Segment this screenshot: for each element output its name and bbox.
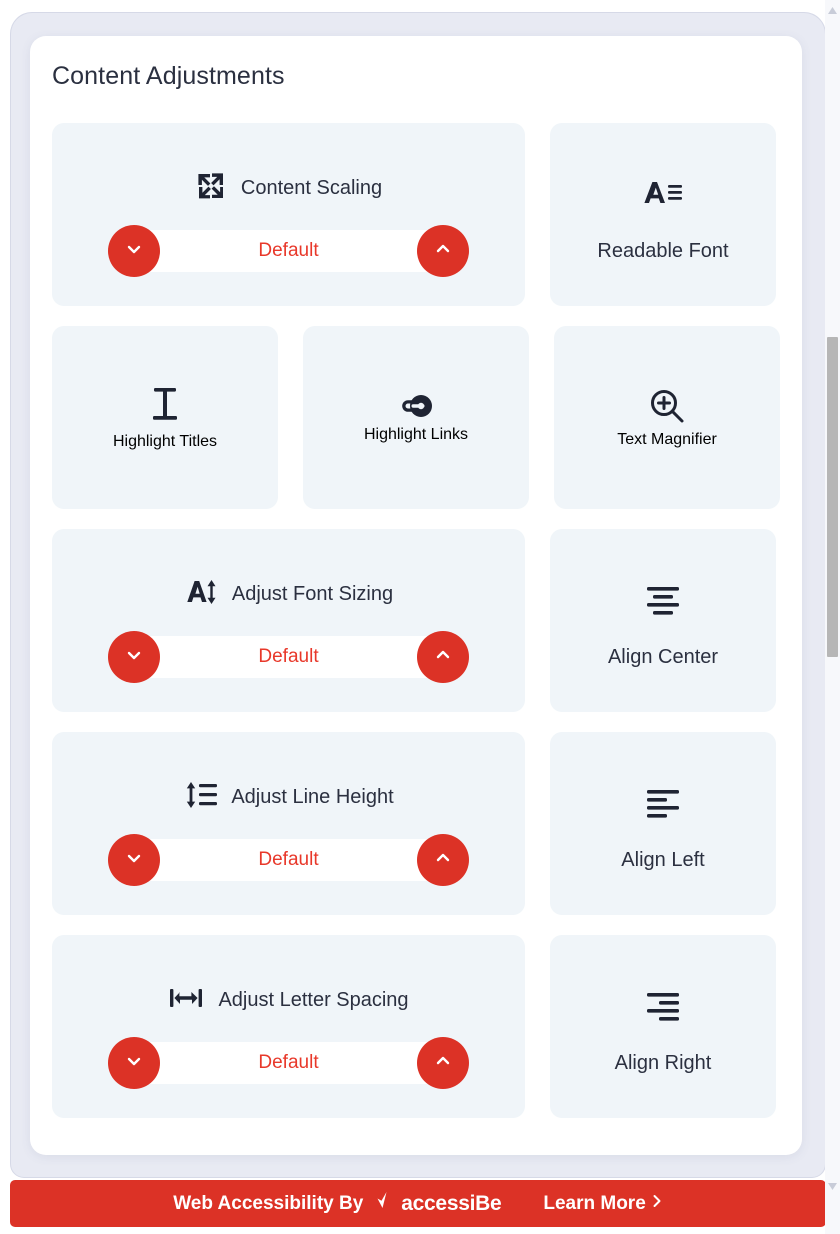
card-align-left[interactable]: Align Left	[550, 732, 776, 915]
card-label: Readable Font	[597, 240, 729, 262]
adjust-line-height-increase-button[interactable]	[417, 833, 469, 886]
card-label: Content Scaling	[240, 177, 383, 199]
adjust-font-sizing-stepper: Default	[108, 630, 469, 683]
chevron-right-icon	[651, 1193, 663, 1215]
chevron-up-icon	[433, 848, 453, 871]
card-label: Text Magnifier	[617, 431, 717, 448]
content-scaling-icon	[195, 170, 227, 207]
content-scaling-value: Default	[258, 239, 319, 261]
align-right-icon	[643, 988, 683, 1031]
scrollbar-track[interactable]	[825, 0, 840, 1234]
text-magnifier-icon-box	[647, 386, 687, 431]
card-adjust-letter-spacing[interactable]: Adjust Letter Spacing Default	[52, 935, 525, 1118]
accessibility-widget: Content Adjustments Content Scaling Defa…	[0, 0, 840, 1234]
accessibe-logo[interactable]: accessiBe	[375, 1190, 502, 1217]
card-align-right[interactable]: Align Right	[550, 935, 776, 1118]
learn-more-link[interactable]: Learn More	[543, 1193, 662, 1215]
footer-bar: Web Accessibility By accessiBe Learn Mor…	[10, 1180, 826, 1227]
highlight-titles-icon	[146, 388, 184, 432]
adjust-font-sizing-icon	[184, 576, 218, 613]
scrollbar-thumb[interactable]	[827, 337, 838, 657]
chevron-down-icon	[124, 239, 144, 262]
adjust-font-sizing-value: Default	[258, 645, 319, 667]
scroll-up-arrow-icon[interactable]	[825, 2, 840, 18]
align-left-icon-box	[643, 775, 683, 837]
adjust-line-height-stepper: Default	[108, 833, 469, 886]
card-text-magnifier[interactable]: Text Magnifier	[554, 326, 780, 509]
highlight-links-icon-box	[396, 391, 436, 426]
row-adjust-line-height: Adjust Line Height Default Align Left	[52, 732, 782, 915]
card-label: Adjust Font Sizing	[231, 583, 394, 605]
content-adjustments-panel: Content Adjustments Content Scaling Defa…	[30, 36, 802, 1155]
adjust-font-sizing-header: Adjust Font Sizing	[184, 571, 393, 619]
card-content-scaling[interactable]: Content Scaling Default	[52, 123, 525, 306]
adjust-line-height-value: Default	[258, 848, 319, 870]
content-scaling-increase-button[interactable]	[417, 224, 469, 277]
adjust-line-height-decrease-button[interactable]	[108, 833, 160, 886]
adjust-letter-spacing-increase-button[interactable]	[417, 1036, 469, 1089]
adjust-line-height-icon	[183, 780, 218, 815]
card-highlight-links[interactable]: Highlight Links	[303, 326, 529, 509]
card-label: Align Center	[607, 646, 719, 668]
highlight-titles-icon-box	[146, 384, 184, 433]
adjust-letter-spacing-header: Adjust Letter Spacing	[168, 977, 409, 1025]
card-adjust-font-sizing[interactable]: Adjust Font Sizing Default	[52, 529, 525, 712]
chevron-up-icon	[433, 645, 453, 668]
row-highlight-toggles: Highlight Titles Highlight Links Text Ma…	[52, 326, 782, 509]
adjust-letter-spacing-icon	[168, 984, 204, 1017]
scroll-down-arrow-icon[interactable]	[825, 1178, 840, 1194]
align-left-icon	[643, 785, 683, 828]
chevron-up-icon	[433, 1051, 453, 1074]
accessibe-check-icon	[375, 1190, 397, 1217]
chevron-down-icon	[124, 1051, 144, 1074]
readable-font-icon	[643, 178, 683, 217]
highlight-links-icon	[396, 395, 436, 425]
card-label: Highlight Titles	[112, 433, 218, 450]
adjust-letter-spacing-stepper: Default	[108, 1036, 469, 1089]
row-content-scaling: Content Scaling Default Readable Font	[52, 123, 782, 306]
text-magnifier-icon	[647, 390, 687, 430]
content-scaling-header: Content Scaling	[195, 165, 382, 213]
adjustments-grid: Content Scaling Default Readable Font Hi…	[52, 123, 782, 1138]
content-scaling-stepper: Default	[108, 224, 469, 277]
footer-branding: Web Accessibility By accessiBe	[173, 1190, 501, 1217]
readable-font-icon-box	[643, 166, 683, 228]
card-readable-font[interactable]: Readable Font	[550, 123, 776, 306]
row-adjust-font-sizing: Adjust Font Sizing Default Align Center	[52, 529, 782, 712]
adjust-font-sizing-decrease-button[interactable]	[108, 630, 160, 683]
card-label: Highlight Links	[363, 426, 469, 443]
content-scaling-decrease-button[interactable]	[108, 224, 160, 277]
align-center-icon-box	[643, 572, 683, 634]
card-label: Adjust Line Height	[231, 786, 394, 808]
card-label: Align Right	[614, 1052, 712, 1074]
learn-more-label: Learn More	[543, 1192, 646, 1214]
chevron-down-icon	[124, 848, 144, 871]
align-right-icon-box	[643, 978, 683, 1040]
card-label: Align Left	[621, 849, 705, 871]
card-highlight-titles[interactable]: Highlight Titles	[52, 326, 278, 509]
card-label: Adjust Letter Spacing	[218, 989, 409, 1011]
row-adjust-letter-spacing: Adjust Letter Spacing Default Align Righ…	[52, 935, 782, 1118]
page-title: Content Adjustments	[52, 62, 285, 90]
adjust-letter-spacing-value: Default	[258, 1051, 319, 1073]
footer-text: Web Accessibility By	[173, 1192, 364, 1214]
chevron-up-icon	[433, 239, 453, 262]
card-align-center[interactable]: Align Center	[550, 529, 776, 712]
adjust-font-sizing-increase-button[interactable]	[417, 630, 469, 683]
adjust-letter-spacing-decrease-button[interactable]	[108, 1036, 160, 1089]
align-center-icon	[643, 582, 683, 625]
brand-name: accessiBe	[401, 1191, 502, 1215]
adjust-line-height-header: Adjust Line Height	[183, 774, 394, 822]
chevron-down-icon	[124, 645, 144, 668]
card-adjust-line-height[interactable]: Adjust Line Height Default	[52, 732, 525, 915]
